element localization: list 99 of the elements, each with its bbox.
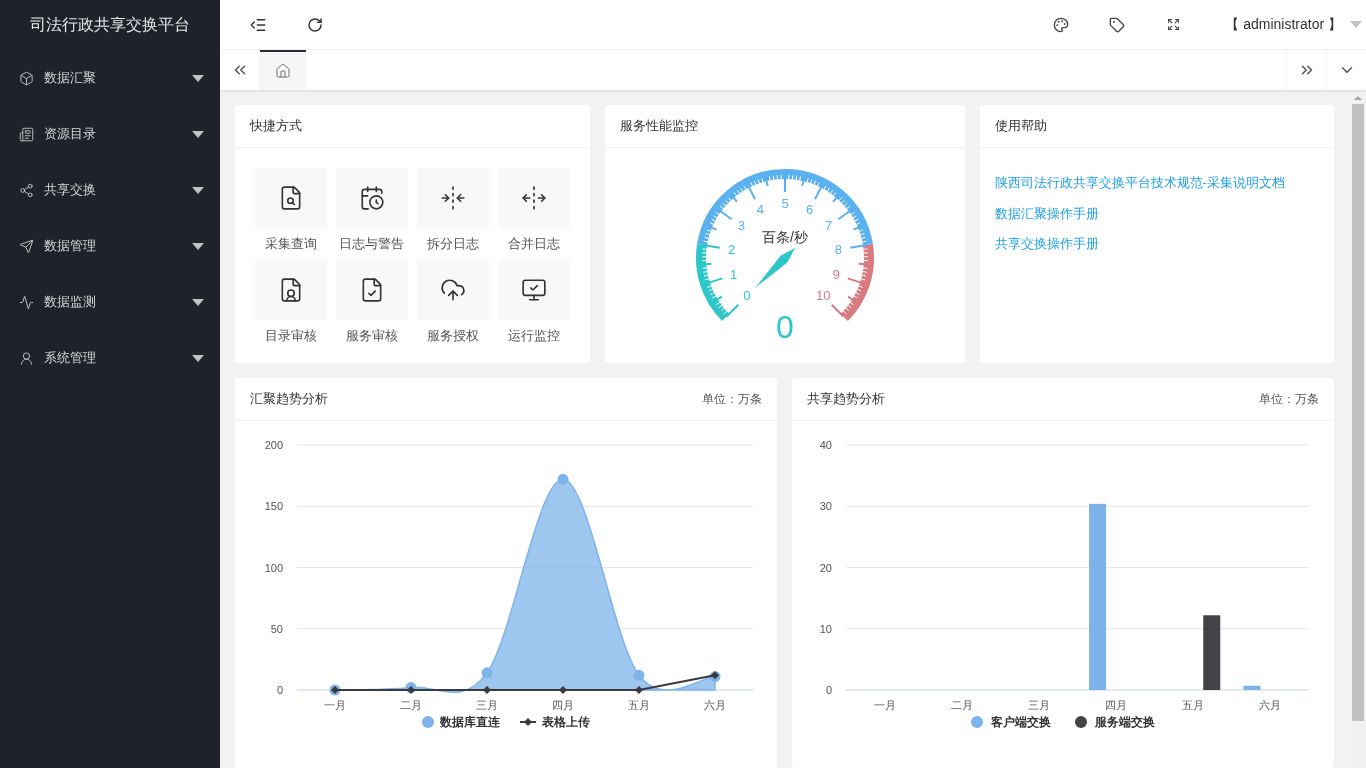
caret-icon — [192, 354, 204, 362]
card-title: 服务性能监控 — [619, 117, 698, 136]
shortcut-tile[interactable] — [335, 168, 408, 228]
gauge-tick-label: 7 — [824, 218, 832, 234]
gauge-tick-label: 10 — [815, 288, 830, 304]
gauge-tick-label: 8 — [834, 241, 842, 257]
legend-label: 服务端交换 — [1095, 714, 1155, 731]
gauge-tick-label: 9 — [832, 266, 840, 282]
card-title: 共享趋势分析 — [807, 390, 885, 409]
unit-label: 单位：万条 — [702, 391, 762, 408]
x-tick-label: 一月 — [873, 699, 896, 711]
x-tick-label: 二月 — [950, 699, 973, 711]
x-tick-label: 五月 — [1182, 699, 1205, 711]
shortcut-icon — [520, 276, 547, 303]
y-tick-label: 150 — [264, 500, 283, 513]
caret-icon — [192, 298, 204, 306]
shortcut-icon — [520, 185, 547, 211]
tag-icon — [1109, 16, 1126, 33]
fullscreen-icon — [1166, 18, 1180, 31]
shortcut-icon — [439, 276, 466, 303]
caret-icon — [192, 130, 204, 138]
gauge-tick-label: 5 — [780, 196, 789, 211]
home-icon — [275, 63, 291, 79]
gauge-tick-label: 2 — [727, 241, 735, 257]
user-menu-button[interactable]: 【 administrator 】 — [1201, 0, 1366, 49]
y-tick-label: 200 — [264, 439, 283, 451]
x-tick-label: 六月 — [1259, 699, 1282, 711]
menu-icon — [19, 238, 34, 254]
y-tick-label: 50 — [270, 622, 283, 635]
app-title: 司法行政共享交换平台 — [30, 15, 190, 35]
shortcut-label: 拆分日志 — [426, 235, 479, 253]
sidebar-item[interactable]: 资源目录 — [0, 106, 220, 162]
caret-icon — [1350, 21, 1362, 28]
shortcut-tile[interactable] — [255, 259, 327, 320]
y-tick-label: 30 — [819, 500, 832, 513]
menu-icon — [19, 182, 34, 198]
menu-icon — [19, 70, 34, 86]
shortcut-label: 采集查询 — [264, 235, 317, 253]
menu-icon — [19, 350, 34, 366]
shortcut-icon — [358, 185, 385, 211]
x-tick-label: 四月 — [1105, 699, 1128, 711]
shortcut-label: 日志与警告 — [339, 235, 405, 253]
x-tick-label: 五月 — [627, 699, 650, 711]
gauge-tick-label: 1 — [729, 266, 737, 282]
y-tick-label: 0 — [276, 684, 283, 696]
home-tab[interactable] — [260, 50, 306, 90]
caret-icon — [192, 242, 204, 250]
shortcut-icon — [439, 185, 466, 211]
x-tick-label: 四月 — [551, 699, 574, 711]
sidebar-item[interactable]: 数据汇聚 — [0, 50, 220, 106]
caret-icon — [192, 74, 204, 82]
card-title: 使用帮助 — [994, 117, 1047, 136]
legend-label: 表格上传 — [542, 714, 590, 731]
shortcut-tile[interactable] — [497, 168, 570, 228]
shortcut-label: 服务授权 — [426, 326, 479, 345]
shortcut-tile[interactable] — [497, 259, 570, 320]
refresh-icon — [307, 16, 323, 33]
shortcut-label: 服务审核 — [345, 326, 398, 345]
palette-icon — [1053, 16, 1070, 33]
point — [481, 667, 492, 679]
sidebar-item[interactable]: 数据管理 — [0, 218, 220, 274]
sidebar-item[interactable]: 系统管理 — [0, 330, 220, 386]
x-tick-label: 三月 — [475, 699, 498, 711]
menu-icon — [19, 294, 34, 310]
caret-icon — [192, 186, 204, 194]
card-title: 汇聚趋势分析 — [250, 390, 328, 409]
shortcut-label: 合并日志 — [507, 235, 560, 253]
y-tick-label: 10 — [819, 622, 832, 635]
gauge-needle — [754, 248, 795, 288]
point — [557, 473, 568, 485]
sidebar-item[interactable]: 数据监测 — [0, 274, 220, 330]
gauge-value: 0 — [775, 309, 794, 345]
bar — [1243, 685, 1261, 690]
x-tick-label: 二月 — [399, 699, 422, 711]
y-tick-label: 0 — [825, 684, 832, 696]
shortcut-tile[interactable] — [335, 259, 408, 320]
shortcut-tile[interactable] — [416, 259, 489, 320]
x-tick-label: 三月 — [1027, 699, 1050, 711]
gauge-tick-label: 3 — [737, 218, 745, 234]
shortcut-tile[interactable] — [416, 168, 489, 228]
y-tick-label: 20 — [819, 561, 832, 574]
y-tick-label: 100 — [264, 561, 283, 574]
point — [633, 669, 644, 681]
sidebar-item[interactable]: 共享交换 — [0, 162, 220, 218]
gauge-tick-label: 6 — [805, 201, 813, 217]
shortcut-tile[interactable] — [255, 168, 327, 228]
legend-label: 数据库直连 — [440, 714, 500, 731]
gauge-unit: 百条/秒 — [761, 229, 808, 245]
gauge-tick-label: 4 — [756, 201, 764, 217]
shortcut-label: 目录审核 — [264, 326, 317, 345]
legend-label: 客户端交换 — [991, 714, 1051, 731]
x-tick-label: 一月 — [323, 699, 346, 711]
x-tick-label: 六月 — [703, 699, 726, 711]
gauge-tick-label: 0 — [742, 288, 750, 304]
y-tick-label: 40 — [819, 439, 832, 451]
shortcut-label: 运行监控 — [507, 326, 560, 345]
card-title: 快捷方式 — [250, 117, 302, 136]
unit-label: 单位：万条 — [1259, 391, 1319, 408]
menu-icon — [19, 126, 34, 142]
